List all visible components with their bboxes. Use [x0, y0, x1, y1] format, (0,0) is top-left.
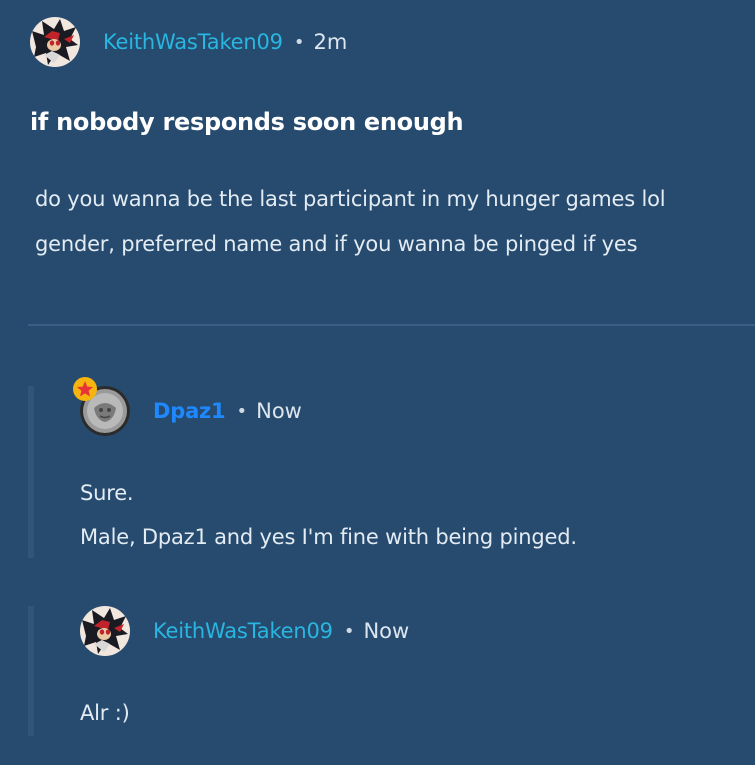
- reply-timestamp: Now: [256, 399, 302, 423]
- shadow-hedgehog-avatar-icon: [30, 17, 80, 67]
- shadow-hedgehog-avatar-icon: [80, 606, 130, 656]
- reply-thread-rail: [28, 606, 34, 736]
- post-body-line: gender, preferred name and if you wanna …: [35, 232, 638, 256]
- avatar[interactable]: [80, 606, 130, 656]
- separator-dot: •: [293, 31, 305, 53]
- post-header: KeithWasTaken09 • 2m: [30, 17, 347, 67]
- divider: [28, 324, 755, 326]
- post-body: do you wanna be the last participant in …: [35, 177, 750, 267]
- reply-timestamp: Now: [363, 619, 410, 643]
- reply-author[interactable]: KeithWasTaken09: [153, 619, 333, 643]
- reply-header: KeithWasTaken09 • Now: [80, 606, 409, 656]
- post-title: if nobody responds soon enough: [30, 108, 464, 136]
- reply-body: Alr :): [80, 691, 130, 735]
- reply-body-line: Alr :): [80, 701, 130, 725]
- post-body-line: do you wanna be the last participant in …: [35, 187, 666, 211]
- reply-author[interactable]: Dpaz1: [153, 399, 226, 423]
- separator-dot: •: [343, 620, 355, 642]
- reply-header: Dpaz1 • Now: [73, 377, 302, 436]
- avatar[interactable]: [73, 377, 130, 436]
- reply-body: Sure. Male, Dpaz1 and yes I'm fine with …: [80, 471, 577, 559]
- reply-body-line: Sure.: [80, 481, 134, 505]
- separator-dot: •: [236, 400, 248, 422]
- reply-body-line: Male, Dpaz1 and yes I'm fine with being …: [80, 525, 577, 549]
- post-timestamp: 2m: [313, 30, 348, 54]
- star-badge-icon: [73, 377, 97, 401]
- post-author[interactable]: KeithWasTaken09: [103, 30, 283, 54]
- avatar[interactable]: [30, 17, 80, 67]
- reply-thread-rail: [28, 386, 34, 558]
